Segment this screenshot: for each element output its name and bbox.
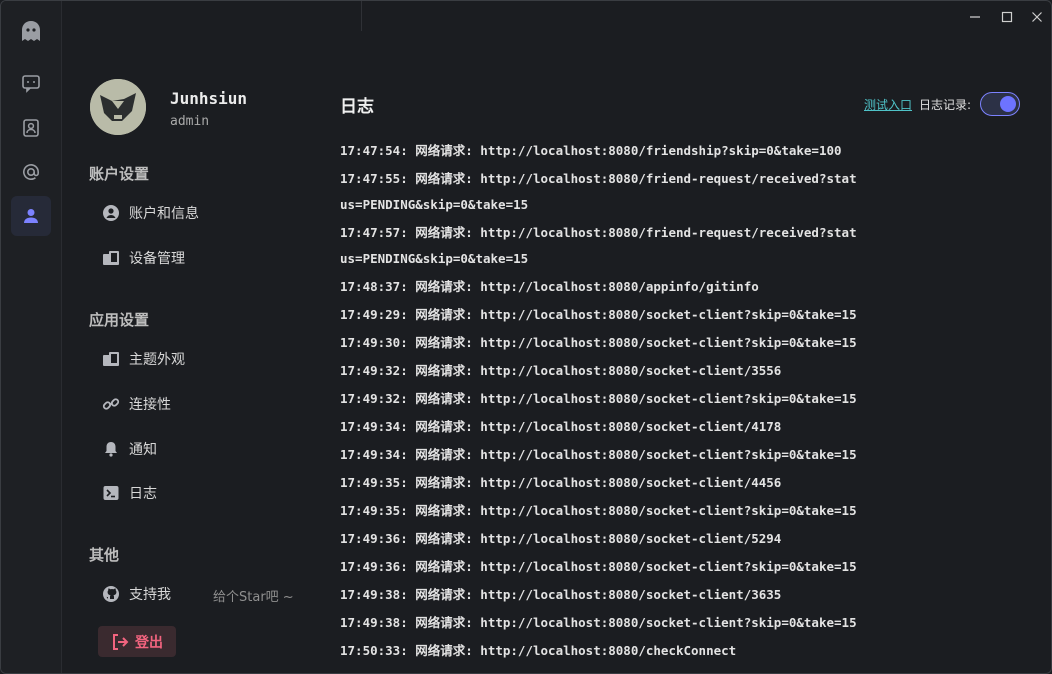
menu-item-log[interactable]: 日志 [102,480,157,506]
palette-icon [102,350,120,368]
logout-button[interactable]: 登出 [98,626,176,657]
user-role: admin [170,114,210,129]
test-entry-link[interactable]: 测试入口 [864,96,912,113]
close-icon[interactable] [1029,9,1045,25]
user-name: Junhsiun [170,89,248,108]
app-window: Junhsiun admin 账户设置 账户和信息 设备管理 应用设置 主题外观… [0,0,1052,674]
support-hint: 给个Star吧 ~ [213,590,294,605]
log-line: 17:49:32: 网络请求: http://localhost:8080/so… [340,391,857,406]
contacts-icon [21,118,41,138]
link-icon [102,395,120,413]
log-line: 17:47:55: 网络请求: http://localhost:8080/fr… [340,171,857,212]
log-line: 17:49:38: 网络请求: http://localhost:8080/so… [340,615,857,630]
minimize-icon[interactable] [967,9,983,25]
toggle-knob [1000,96,1016,112]
settings-panel: Junhsiun admin 账户设置 账户和信息 设备管理 应用设置 主题外观… [62,1,322,673]
log-line: 17:49:30: 网络请求: http://localhost:8080/so… [340,335,857,350]
logout-icon [111,633,129,651]
rail-contacts-button[interactable] [11,108,51,148]
section-other: 其他 [89,546,120,564]
menu-item-theme[interactable]: 主题外观 [102,346,185,372]
log-view: 日志 测试入口 日志记录: 17:47:54: 网络请求: http://loc… [323,1,1051,673]
log-line: 17:49:32: 网络请求: http://localhost:8080/so… [340,363,782,378]
page-title: 日志 [340,97,374,117]
maximize-icon[interactable] [999,9,1015,25]
chat-icon [21,73,41,93]
log-line: 17:47:57: 网络请求: http://localhost:8080/fr… [340,225,857,266]
log-record-label: 日志记录: [919,98,972,112]
log-line: 17:49:36: 网络请求: http://localhost:8080/so… [340,559,857,574]
user-circle-icon [102,204,120,222]
log-line: 17:49:38: 网络请求: http://localhost:8080/so… [340,587,782,602]
menu-item-connectivity[interactable]: 连接性 [102,391,171,417]
log-record-toggle[interactable] [980,92,1020,116]
log-line: 17:49:34: 网络请求: http://localhost:8080/so… [340,419,782,434]
bell-icon [102,440,120,458]
log-line: 17:49:35: 网络请求: http://localhost:8080/so… [340,475,782,490]
log-line: 17:50:33: 网络请求: http://localhost:8080/ch… [340,643,737,658]
logout-label: 登出 [135,634,163,651]
log-line: 17:47:54: 网络请求: http://localhost:8080/fr… [340,143,842,158]
at-icon [21,162,41,182]
section-account-settings: 账户设置 [89,165,150,183]
menu-item-label: 设备管理 [129,251,185,267]
log-list: 17:47:54: 网络请求: http://localhost:8080/fr… [340,138,860,666]
log-line: 17:49:36: 网络请求: http://localhost:8080/so… [340,531,782,546]
log-line: 17:49:29: 网络请求: http://localhost:8080/so… [340,307,857,322]
icon-rail [1,1,62,673]
menu-item-device-manage[interactable]: 设备管理 [102,245,185,271]
rail-mention-button[interactable] [11,152,51,192]
rail-profile-button[interactable] [11,196,51,236]
ghost-icon [19,19,43,43]
github-icon [102,585,120,603]
menu-item-label: 日志 [129,486,157,502]
menu-item-label: 支持我 [129,587,171,603]
log-line: 17:49:34: 网络请求: http://localhost:8080/so… [340,447,857,462]
menu-item-label: 主题外观 [129,352,185,368]
avatar[interactable] [90,79,146,135]
menu-item-label: 通知 [129,442,157,458]
menu-item-notification[interactable]: 通知 [102,436,157,462]
user-icon [21,206,41,226]
devices-icon [102,249,120,267]
terminal-icon [102,484,120,502]
section-app-settings: 应用设置 [89,311,150,329]
menu-item-account-info[interactable]: 账户和信息 [102,200,199,226]
menu-item-label: 连接性 [129,397,171,413]
log-line: 17:49:35: 网络请求: http://localhost:8080/so… [340,503,857,518]
menu-item-support[interactable]: 支持我 [102,581,171,607]
menu-item-label: 账户和信息 [129,206,199,222]
rail-chat-button[interactable] [11,63,51,103]
log-line: 17:48:37: 网络请求: http://localhost:8080/ap… [340,279,759,294]
